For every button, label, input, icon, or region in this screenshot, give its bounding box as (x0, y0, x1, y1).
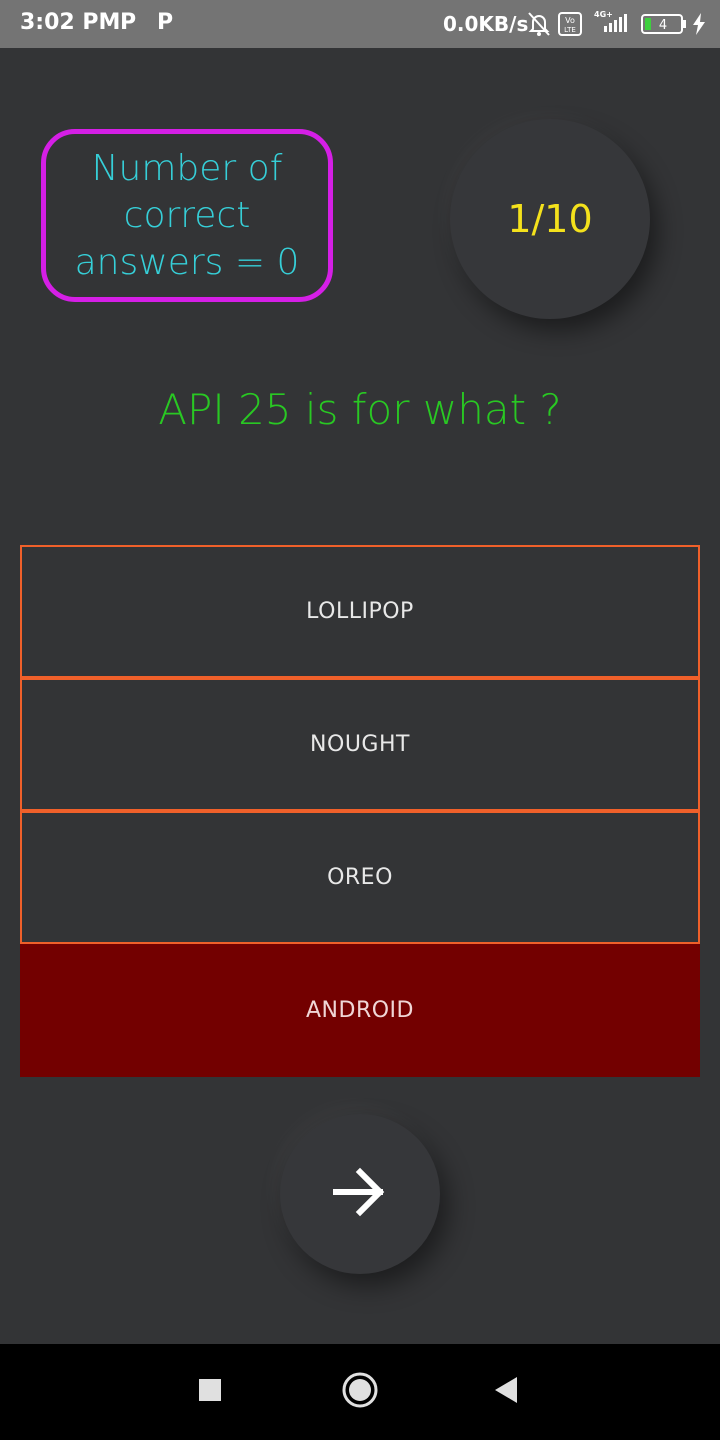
recents-button[interactable] (162, 1344, 258, 1440)
svg-text:Vo: Vo (565, 16, 575, 25)
option-label: LOLLIPOP (306, 599, 414, 624)
option-label: ANDROID (306, 998, 414, 1023)
option-oreo-button[interactable]: OREO (20, 811, 700, 944)
option-label: OREO (327, 865, 393, 890)
option-lollipop-button[interactable]: LOLLIPOP (20, 545, 700, 678)
question-progress-circle: 1/10 (450, 119, 650, 319)
back-triangle-icon (493, 1376, 519, 1408)
arrow-right-icon (332, 1167, 388, 1221)
next-question-button[interactable] (280, 1114, 440, 1274)
parking-app-icon: P (120, 10, 137, 35)
network-speed: 0.0KB/s (443, 12, 529, 36)
question-progress: 1/10 (507, 197, 593, 241)
signal-icon: 4G+ (590, 8, 632, 40)
option-nought-button[interactable]: NOUGHT (20, 678, 700, 811)
option-android-button[interactable]: ANDROID (20, 944, 700, 1077)
home-button[interactable] (312, 1344, 408, 1440)
status-bar: 3:02 PM P P 0.0KB/s Vo LTE 4G+ 4 (0, 0, 720, 48)
volte-icon: Vo LTE (558, 12, 582, 40)
navigation-bar (0, 1344, 720, 1440)
svg-text:LTE: LTE (564, 26, 576, 34)
recents-square-icon (198, 1378, 222, 1406)
option-label: NOUGHT (310, 732, 410, 757)
battery-level: 4 (659, 18, 667, 33)
status-time: 3:02 PM (20, 10, 121, 35)
network-type: 4G+ (594, 10, 613, 19)
mute-bell-icon (527, 11, 551, 41)
score-box: Number of correct answers = 0 (41, 129, 333, 302)
question-text: API 25 is for what ? (158, 385, 562, 434)
parking-app-icon: P (157, 10, 174, 35)
correct-answers-count: Number of correct answers = 0 (74, 148, 300, 283)
back-button[interactable] (458, 1344, 554, 1440)
charging-icon (692, 13, 706, 39)
home-circle-icon (341, 1371, 379, 1413)
battery-icon: 4 (641, 13, 687, 39)
